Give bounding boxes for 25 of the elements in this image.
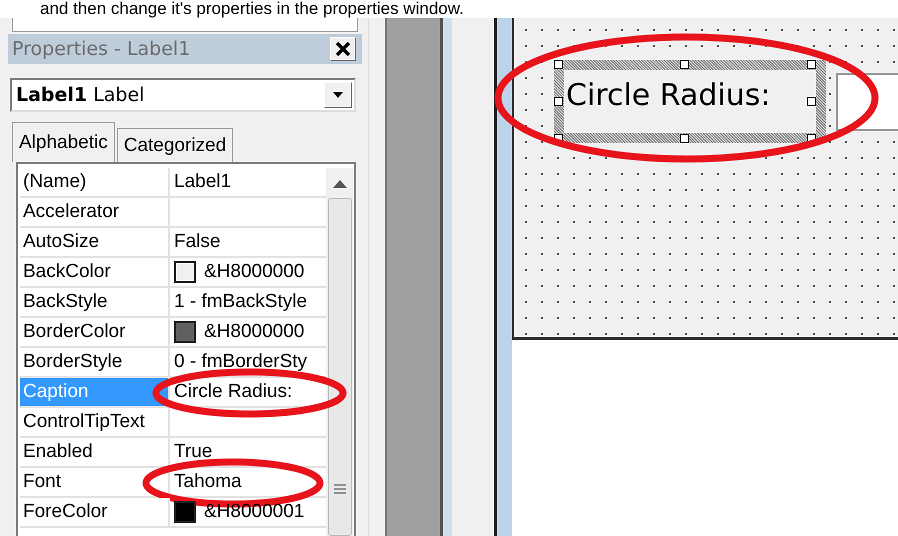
tab[interactable]: Categorized <box>116 128 234 162</box>
property-value[interactable]: &H8000000 <box>204 321 304 343</box>
dropdown-button[interactable] <box>324 82 352 108</box>
property-value[interactable]: 1 - fmBackStyle <box>174 291 308 313</box>
grip-icon <box>333 483 347 495</box>
object-name: Label1 Label <box>16 84 144 106</box>
close-icon <box>335 41 351 57</box>
object-dropdown[interactable]: Label1 Label <box>10 78 356 112</box>
window-title: Properties - Label1 <box>12 38 190 60</box>
tab[interactable]: Alphabetic <box>12 122 115 162</box>
property-value[interactable]: Label1 <box>174 171 232 193</box>
property-name[interactable]: Accelerator <box>20 198 170 226</box>
label-control[interactable]: Circle Radius: <box>554 60 826 143</box>
close-button[interactable] <box>330 37 356 61</box>
scrollbar[interactable] <box>326 168 354 536</box>
property-value[interactable]: Tahoma <box>174 471 242 493</box>
property-value[interactable]: 0 - fmBorderSty <box>174 351 308 373</box>
tutorial-caption: and then change it's properties in the properties window. <box>39 0 465 18</box>
property-value[interactable]: True <box>174 441 212 463</box>
property-value[interactable]: &H8000001 <box>204 501 304 523</box>
property-value[interactable]: False <box>174 231 220 253</box>
property-name[interactable]: AutoSize <box>20 228 170 256</box>
caret-icon <box>333 92 343 98</box>
up-arrow-icon <box>333 180 347 188</box>
property-value[interactable]: &H8000000 <box>204 261 304 283</box>
